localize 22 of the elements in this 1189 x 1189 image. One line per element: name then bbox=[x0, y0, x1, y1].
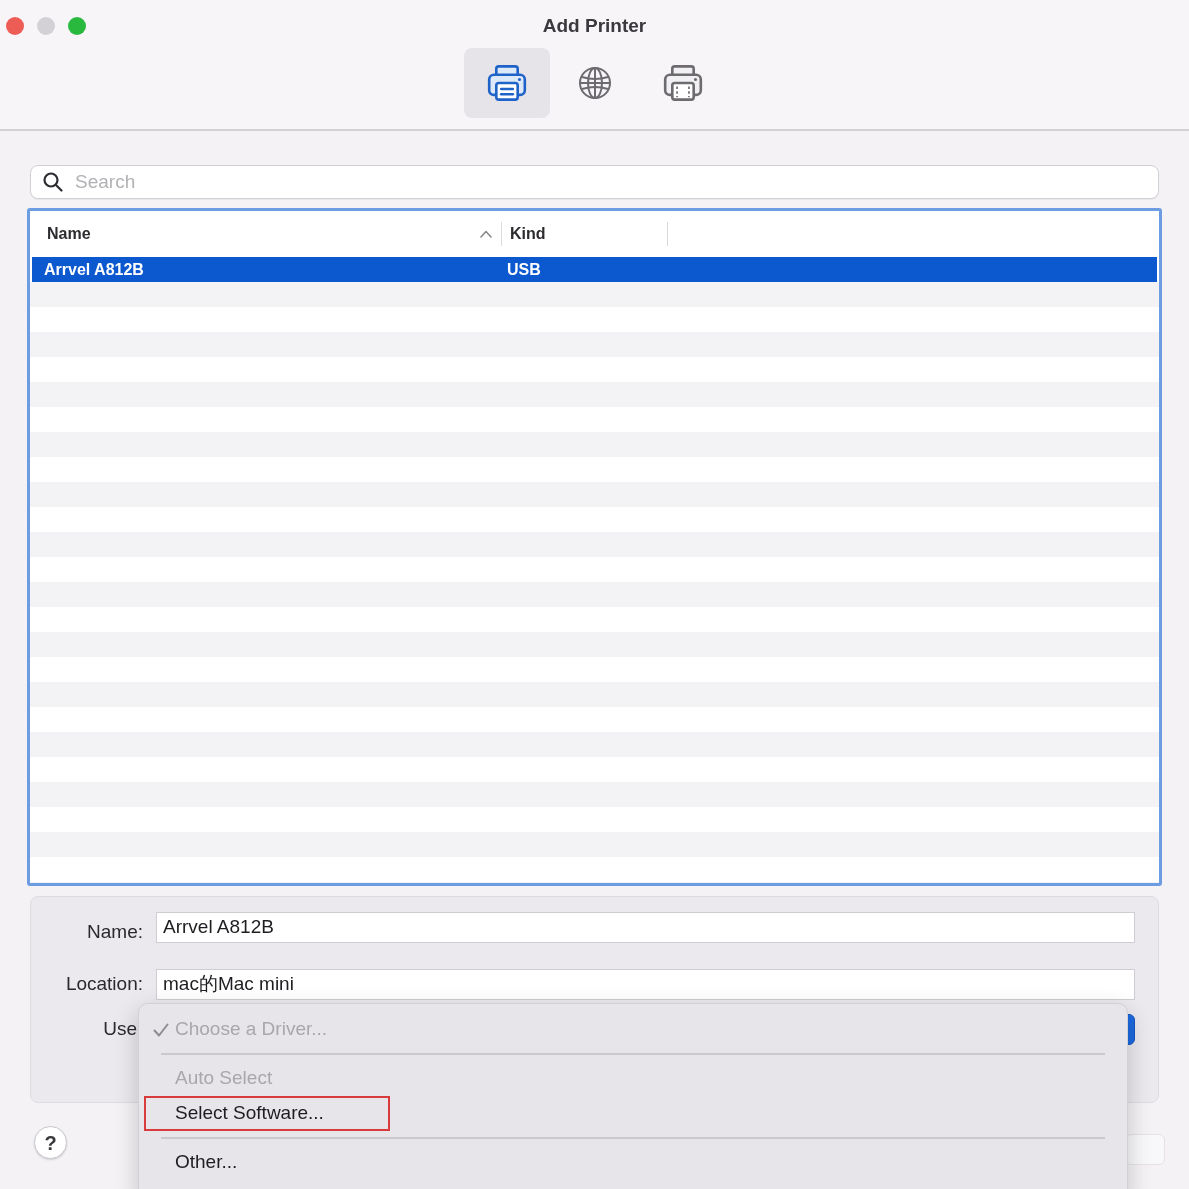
column-header[interactable]: Kind bbox=[502, 222, 668, 246]
search-placeholder: Search bbox=[75, 169, 136, 194]
table-cell-text: USB bbox=[506, 259, 541, 280]
globe-icon bbox=[577, 66, 612, 100]
field-label: Name: bbox=[86, 920, 143, 944]
search-icon bbox=[43, 172, 63, 192]
window-control-icon[interactable] bbox=[68, 17, 86, 35]
printer-icon bbox=[662, 64, 703, 102]
toolbar-tab[interactable] bbox=[463, 48, 550, 118]
menu-item[interactable]: Select Software... bbox=[175, 1099, 324, 1128]
text-field[interactable]: mac的Mac mini bbox=[156, 968, 1135, 1000]
help-button[interactable]: ? bbox=[34, 1126, 67, 1159]
field-label: Use bbox=[102, 1016, 138, 1041]
text-field[interactable]: Arrvel A812B bbox=[156, 912, 1135, 943]
field-label: Location: bbox=[64, 971, 143, 996]
menu-item[interactable]: Other... bbox=[175, 1148, 238, 1177]
window-title: Add Printer bbox=[542, 13, 647, 38]
printer-icon bbox=[486, 64, 527, 102]
window-control-icon[interactable] bbox=[6, 17, 24, 35]
table-row[interactable]: Arrvel A812B USB bbox=[32, 257, 1157, 282]
table-cell-text: Arrvel A812B bbox=[43, 259, 145, 280]
column-header[interactable]: Name bbox=[30, 222, 502, 246]
